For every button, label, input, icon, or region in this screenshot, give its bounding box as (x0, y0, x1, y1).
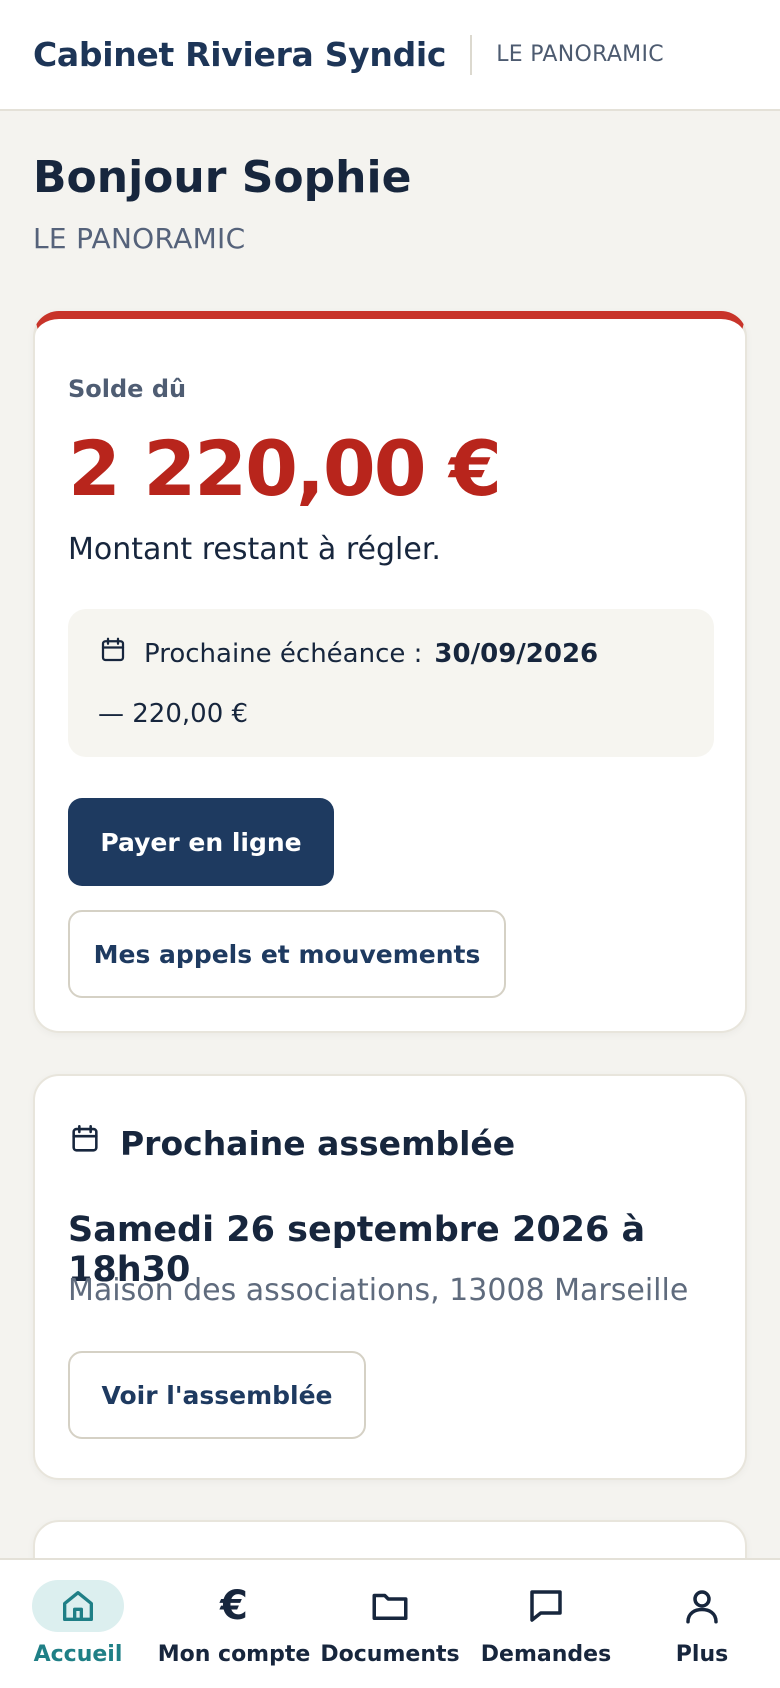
nav-item-documents[interactable]: Documents (312, 1560, 468, 1688)
residence-name: LE PANORAMIC (496, 42, 664, 67)
nav-label-home: Accueil (33, 1642, 123, 1667)
calendar-icon (68, 1122, 102, 1164)
nav-item-requests[interactable]: Demandes (468, 1560, 624, 1688)
nav-item-more[interactable]: Plus (624, 1560, 780, 1688)
euro-icon: € (220, 1583, 248, 1629)
greeting-residence: LE PANORAMIC (33, 222, 246, 255)
chat-bubble-icon (500, 1580, 592, 1632)
assembly-place: Maison des associations, 13008 Marseille (68, 1273, 689, 1308)
balance-label: Solde dû (68, 375, 187, 403)
balance-note: Montant restant à régler. (68, 532, 441, 567)
next-due-box: Prochaine échéance : 30/09/2026 — 220,00… (68, 609, 714, 757)
home-icon (32, 1580, 124, 1632)
nav-label-account: Mon compte (157, 1642, 311, 1667)
nav-label-more: Plus (675, 1642, 729, 1667)
nav-item-account[interactable]: € Mon compte (156, 1560, 312, 1688)
balance-card: Solde dû 2 220,00 € Montant restant à ré… (33, 311, 747, 1033)
next-due-row: Prochaine échéance : 30/09/2026 (98, 635, 598, 672)
assembly-header: Prochaine assemblée (68, 1122, 515, 1164)
next-due-label: Prochaine échéance : (144, 638, 423, 669)
assembly-card: Prochaine assemblée Samedi 26 septembre … (33, 1074, 747, 1480)
app-header: Cabinet Riviera Syndic LE PANORAMIC (0, 0, 780, 111)
nav-label-documents: Documents (320, 1642, 460, 1667)
assembly-title: Prochaine assemblée (120, 1123, 516, 1163)
folder-icon (344, 1580, 436, 1632)
balance-amount: 2 220,00 € (68, 424, 502, 513)
header-divider (470, 34, 473, 75)
calendar-icon (98, 635, 128, 672)
next-due-amount: — 220,00 € (98, 699, 249, 729)
movements-button[interactable]: Mes appels et mouvements (68, 910, 506, 998)
brand-name[interactable]: Cabinet Riviera Syndic (33, 35, 446, 74)
nav-label-requests: Demandes (480, 1642, 612, 1667)
user-icon (656, 1580, 748, 1632)
view-assembly-button[interactable]: Voir l'assemblée (68, 1351, 366, 1439)
greeting-title: Bonjour Sophie (33, 152, 412, 203)
nav-item-home[interactable]: Accueil (0, 1560, 156, 1688)
next-due-date: 30/09/2026 (434, 638, 599, 669)
bottom-nav: Accueil € Mon compte Documents Demandes (0, 1558, 780, 1688)
pay-online-button[interactable]: Payer en ligne (68, 798, 334, 886)
